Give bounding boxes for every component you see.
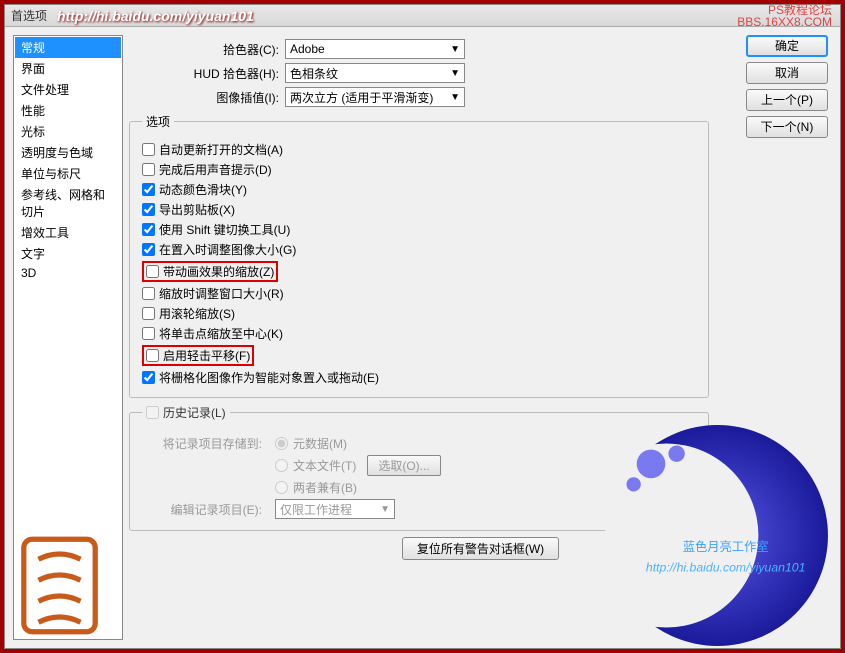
forum-watermark: PS教程论坛 BBS.16XX8.COM	[737, 5, 832, 29]
chevron-down-icon: ▼	[450, 92, 460, 103]
option-checkbox[interactable]	[142, 371, 155, 384]
sidebar-item[interactable]: 参考线、网格和切片	[15, 184, 121, 222]
seal-stamp-icon	[17, 533, 102, 638]
interpolation-label: 图像插值(I):	[169, 89, 279, 106]
prev-button[interactable]: 上一个(P)	[746, 89, 828, 111]
option-row: 将单击点缩放至中心(K)	[142, 325, 696, 342]
sidebar-item[interactable]: 界面	[15, 58, 121, 79]
sidebar-item[interactable]: 单位与标尺	[15, 163, 121, 184]
option-row: 用滚轮缩放(S)	[142, 305, 696, 322]
option-row: 在置入时调整图像大小(G)	[142, 241, 696, 258]
option-row: 完成后用声音提示(D)	[142, 161, 696, 178]
preferences-dialog: 首选项 http://hi.baidu.com/yiyuan101 PS教程论坛…	[4, 4, 841, 649]
option-checkbox[interactable]	[146, 265, 159, 278]
chevron-down-icon: ▼	[380, 504, 390, 515]
option-checkbox[interactable]	[142, 223, 155, 236]
edit-log-dropdown[interactable]: 仅限工作进程 ▼	[275, 499, 395, 519]
option-row: 使用 Shift 键切换工具(U)	[142, 221, 696, 238]
option-row: 自动更新打开的文档(A)	[142, 141, 696, 158]
dialog-buttons: 确定 取消 上一个(P) 下一个(N)	[746, 35, 832, 143]
option-checkbox[interactable]	[142, 203, 155, 216]
ok-button[interactable]: 确定	[746, 35, 828, 57]
option-checkbox[interactable]	[146, 349, 159, 362]
option-checkbox[interactable]	[142, 243, 155, 256]
option-label: 导出剪贴板(X)	[159, 201, 235, 218]
option-label: 将栅格化图像作为智能对象置入或拖动(E)	[159, 369, 379, 386]
sidebar-item[interactable]: 性能	[15, 100, 121, 121]
sidebar-item[interactable]: 文字	[15, 243, 121, 264]
edit-log-label: 编辑记录项目(E):	[142, 501, 262, 518]
option-checkbox[interactable]	[142, 327, 155, 340]
history-checkbox[interactable]	[146, 406, 159, 419]
sidebar-item[interactable]: 常规	[15, 37, 121, 58]
option-label: 带动画效果的缩放(Z)	[163, 263, 274, 280]
option-row: 启用轻击平移(F)	[142, 345, 696, 366]
svg-text:http://hi.baidu.com/yiyuan101: http://hi.baidu.com/yiyuan101	[646, 560, 806, 574]
store-to-label: 将记录项目存储到:	[142, 435, 262, 452]
both-radio[interactable]	[275, 481, 288, 494]
next-button[interactable]: 下一个(N)	[746, 116, 828, 138]
sidebar-item[interactable]: 增效工具	[15, 222, 121, 243]
sidebar-item[interactable]: 3D	[15, 264, 121, 282]
option-label: 在置入时调整图像大小(G)	[159, 241, 296, 258]
option-checkbox[interactable]	[142, 307, 155, 320]
color-picker-label: 拾色器(C):	[169, 41, 279, 58]
cancel-button[interactable]: 取消	[746, 62, 828, 84]
option-checkbox[interactable]	[142, 287, 155, 300]
chevron-down-icon: ▼	[450, 68, 460, 79]
option-row: 动态颜色滑块(Y)	[142, 181, 696, 198]
option-label: 将单击点缩放至中心(K)	[159, 325, 283, 342]
option-label: 使用 Shift 键切换工具(U)	[159, 221, 290, 238]
option-checkbox[interactable]	[142, 163, 155, 176]
reset-warnings-button[interactable]: 复位所有警告对话框(W)	[402, 537, 559, 560]
option-row: 导出剪贴板(X)	[142, 201, 696, 218]
history-legend: 历史记录(L)	[142, 404, 230, 421]
svg-text:蓝色月亮工作室: 蓝色月亮工作室	[683, 539, 769, 554]
hud-picker-dropdown[interactable]: 色相条纹 ▼	[285, 63, 465, 83]
option-row: 将栅格化图像作为智能对象置入或拖动(E)	[142, 369, 696, 386]
color-picker-dropdown[interactable]: Adobe ▼	[285, 39, 465, 59]
sidebar-item[interactable]: 文件处理	[15, 79, 121, 100]
overlay-url: http://hi.baidu.com/yiyuan101	[57, 8, 254, 24]
option-checkbox[interactable]	[142, 143, 155, 156]
metadata-radio[interactable]	[275, 437, 288, 450]
hud-picker-label: HUD 拾色器(H):	[169, 65, 279, 82]
option-label: 完成后用声音提示(D)	[159, 161, 272, 178]
option-row: 缩放时调整窗口大小(R)	[142, 285, 696, 302]
choose-button[interactable]: 选取(O)...	[367, 455, 440, 476]
chevron-down-icon: ▼	[450, 44, 460, 55]
moon-logo-watermark: 蓝色月亮工作室 http://hi.baidu.com/yiyuan101	[605, 423, 830, 648]
options-legend: 选项	[142, 113, 174, 130]
sidebar-item[interactable]: 透明度与色域	[15, 142, 121, 163]
textfile-radio[interactable]	[275, 459, 288, 472]
option-label: 缩放时调整窗口大小(R)	[159, 285, 284, 302]
option-row: 带动画效果的缩放(Z)	[142, 261, 696, 282]
option-label: 动态颜色滑块(Y)	[159, 181, 247, 198]
dialog-title: 首选项	[11, 7, 47, 24]
sidebar-item[interactable]: 光标	[15, 121, 121, 142]
titlebar: 首选项 http://hi.baidu.com/yiyuan101 PS教程论坛…	[5, 5, 840, 27]
option-label: 启用轻击平移(F)	[163, 347, 250, 364]
options-fieldset: 选项 自动更新打开的文档(A) 完成后用声音提示(D) 动态颜色滑块(Y) 导出剪贴板…	[129, 113, 709, 398]
interpolation-dropdown[interactable]: 两次立方 (适用于平滑渐变) ▼	[285, 87, 465, 107]
option-label: 用滚轮缩放(S)	[159, 305, 235, 322]
option-checkbox[interactable]	[142, 183, 155, 196]
dialog-body: 常规界面文件处理性能光标透明度与色域单位与标尺参考线、网格和切片增效工具文字3D…	[5, 27, 840, 648]
option-label: 自动更新打开的文档(A)	[159, 141, 283, 158]
